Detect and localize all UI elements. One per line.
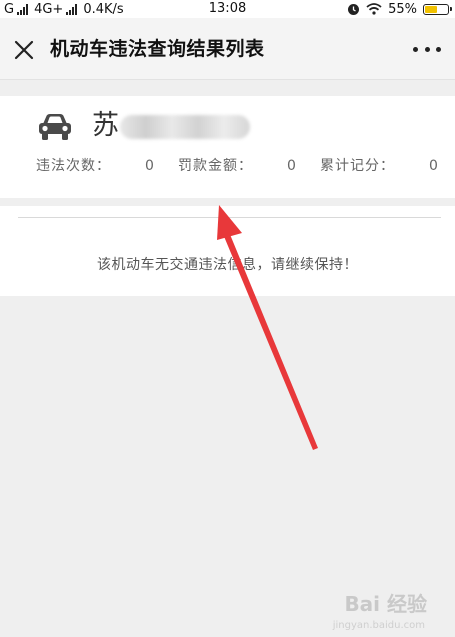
total-points-label: 累计记分： [320, 158, 395, 174]
fine-amount-value: 0 [287, 158, 296, 174]
alarm-icon [348, 3, 360, 15]
violation-count-value: 0 [145, 158, 154, 174]
no-violation-message: 该机动车无交通违法信息，请继续保持！ [97, 257, 358, 273]
close-icon[interactable] [12, 38, 36, 62]
more-options-button[interactable] [413, 40, 441, 58]
violation-count-label: 违法次数： [36, 158, 111, 174]
divider [18, 217, 441, 218]
more-dot-icon [436, 46, 441, 52]
watermark-logo: Bai 经验 [344, 592, 427, 616]
nav-bar: 机动车违法查询结果列表 [0, 18, 455, 80]
wifi-icon [366, 3, 382, 15]
battery-icon [423, 3, 452, 15]
fine-amount-label: 罚款金额： [178, 158, 253, 174]
battery-level-fill [425, 5, 437, 13]
status-right: 55% [347, 0, 452, 18]
plate-number: 苏 [92, 110, 119, 141]
watermark-url: jingyan.baidu.com [332, 620, 425, 631]
total-points-value: 0 [429, 158, 438, 174]
plate-redacted [120, 115, 250, 139]
more-dot-icon [413, 46, 418, 52]
car-icon [39, 114, 71, 140]
status-bar: G 4G+ 0.4K/s 13:08 55% [0, 0, 455, 18]
page-title: 机动车违法查询结果列表 [50, 38, 265, 60]
battery-percent: 55% [388, 1, 417, 17]
vehicle-card: 苏 违法次数： 0 罚款金额： 0 累计记分： 0 [0, 96, 455, 198]
more-dot-icon [424, 46, 430, 52]
result-card: 该机动车无交通违法信息，请继续保持！ [0, 206, 455, 296]
